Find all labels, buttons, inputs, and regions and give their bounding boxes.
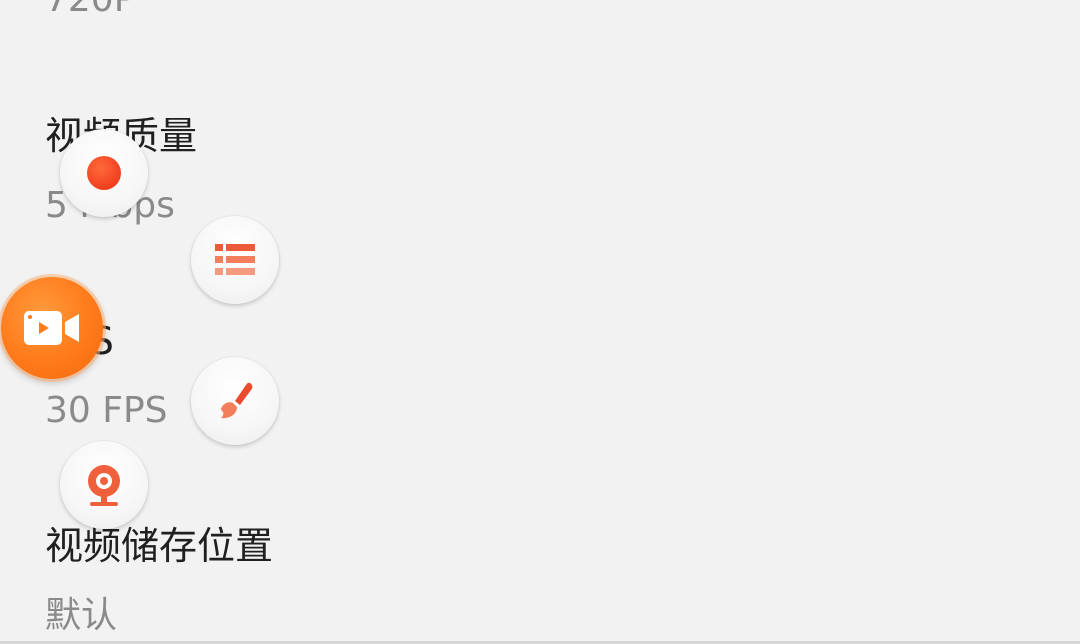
- brush-button[interactable]: [191, 357, 279, 445]
- setting-resolution[interactable]: 720P: [0, 0, 1080, 70]
- setting-video-quality[interactable]: 视频质量 5 Mbps: [0, 100, 1080, 240]
- settings-list: 720P 视频质量 5 Mbps FPS 30 FPS 视频储存位置 默认: [0, 0, 1080, 644]
- setting-storage-location[interactable]: 视频储存位置 默认: [0, 510, 1080, 644]
- setting-fps[interactable]: FPS 30 FPS: [0, 305, 1080, 445]
- record-icon: [85, 154, 123, 192]
- resolution-value: 720P: [45, 0, 135, 18]
- storage-location-title: 视频储存位置: [45, 524, 274, 568]
- webcam-icon: [84, 462, 124, 508]
- storage-location-value: 默认: [45, 595, 118, 636]
- record-button[interactable]: [60, 129, 148, 217]
- video-list-button[interactable]: [191, 216, 279, 304]
- video-camera-icon: [23, 310, 81, 346]
- floating-camera-button[interactable]: [1, 277, 103, 379]
- facecam-button[interactable]: [60, 441, 148, 529]
- list-icon: [213, 242, 257, 278]
- brush-icon: [213, 379, 257, 423]
- fps-value: 30 FPS: [45, 390, 168, 431]
